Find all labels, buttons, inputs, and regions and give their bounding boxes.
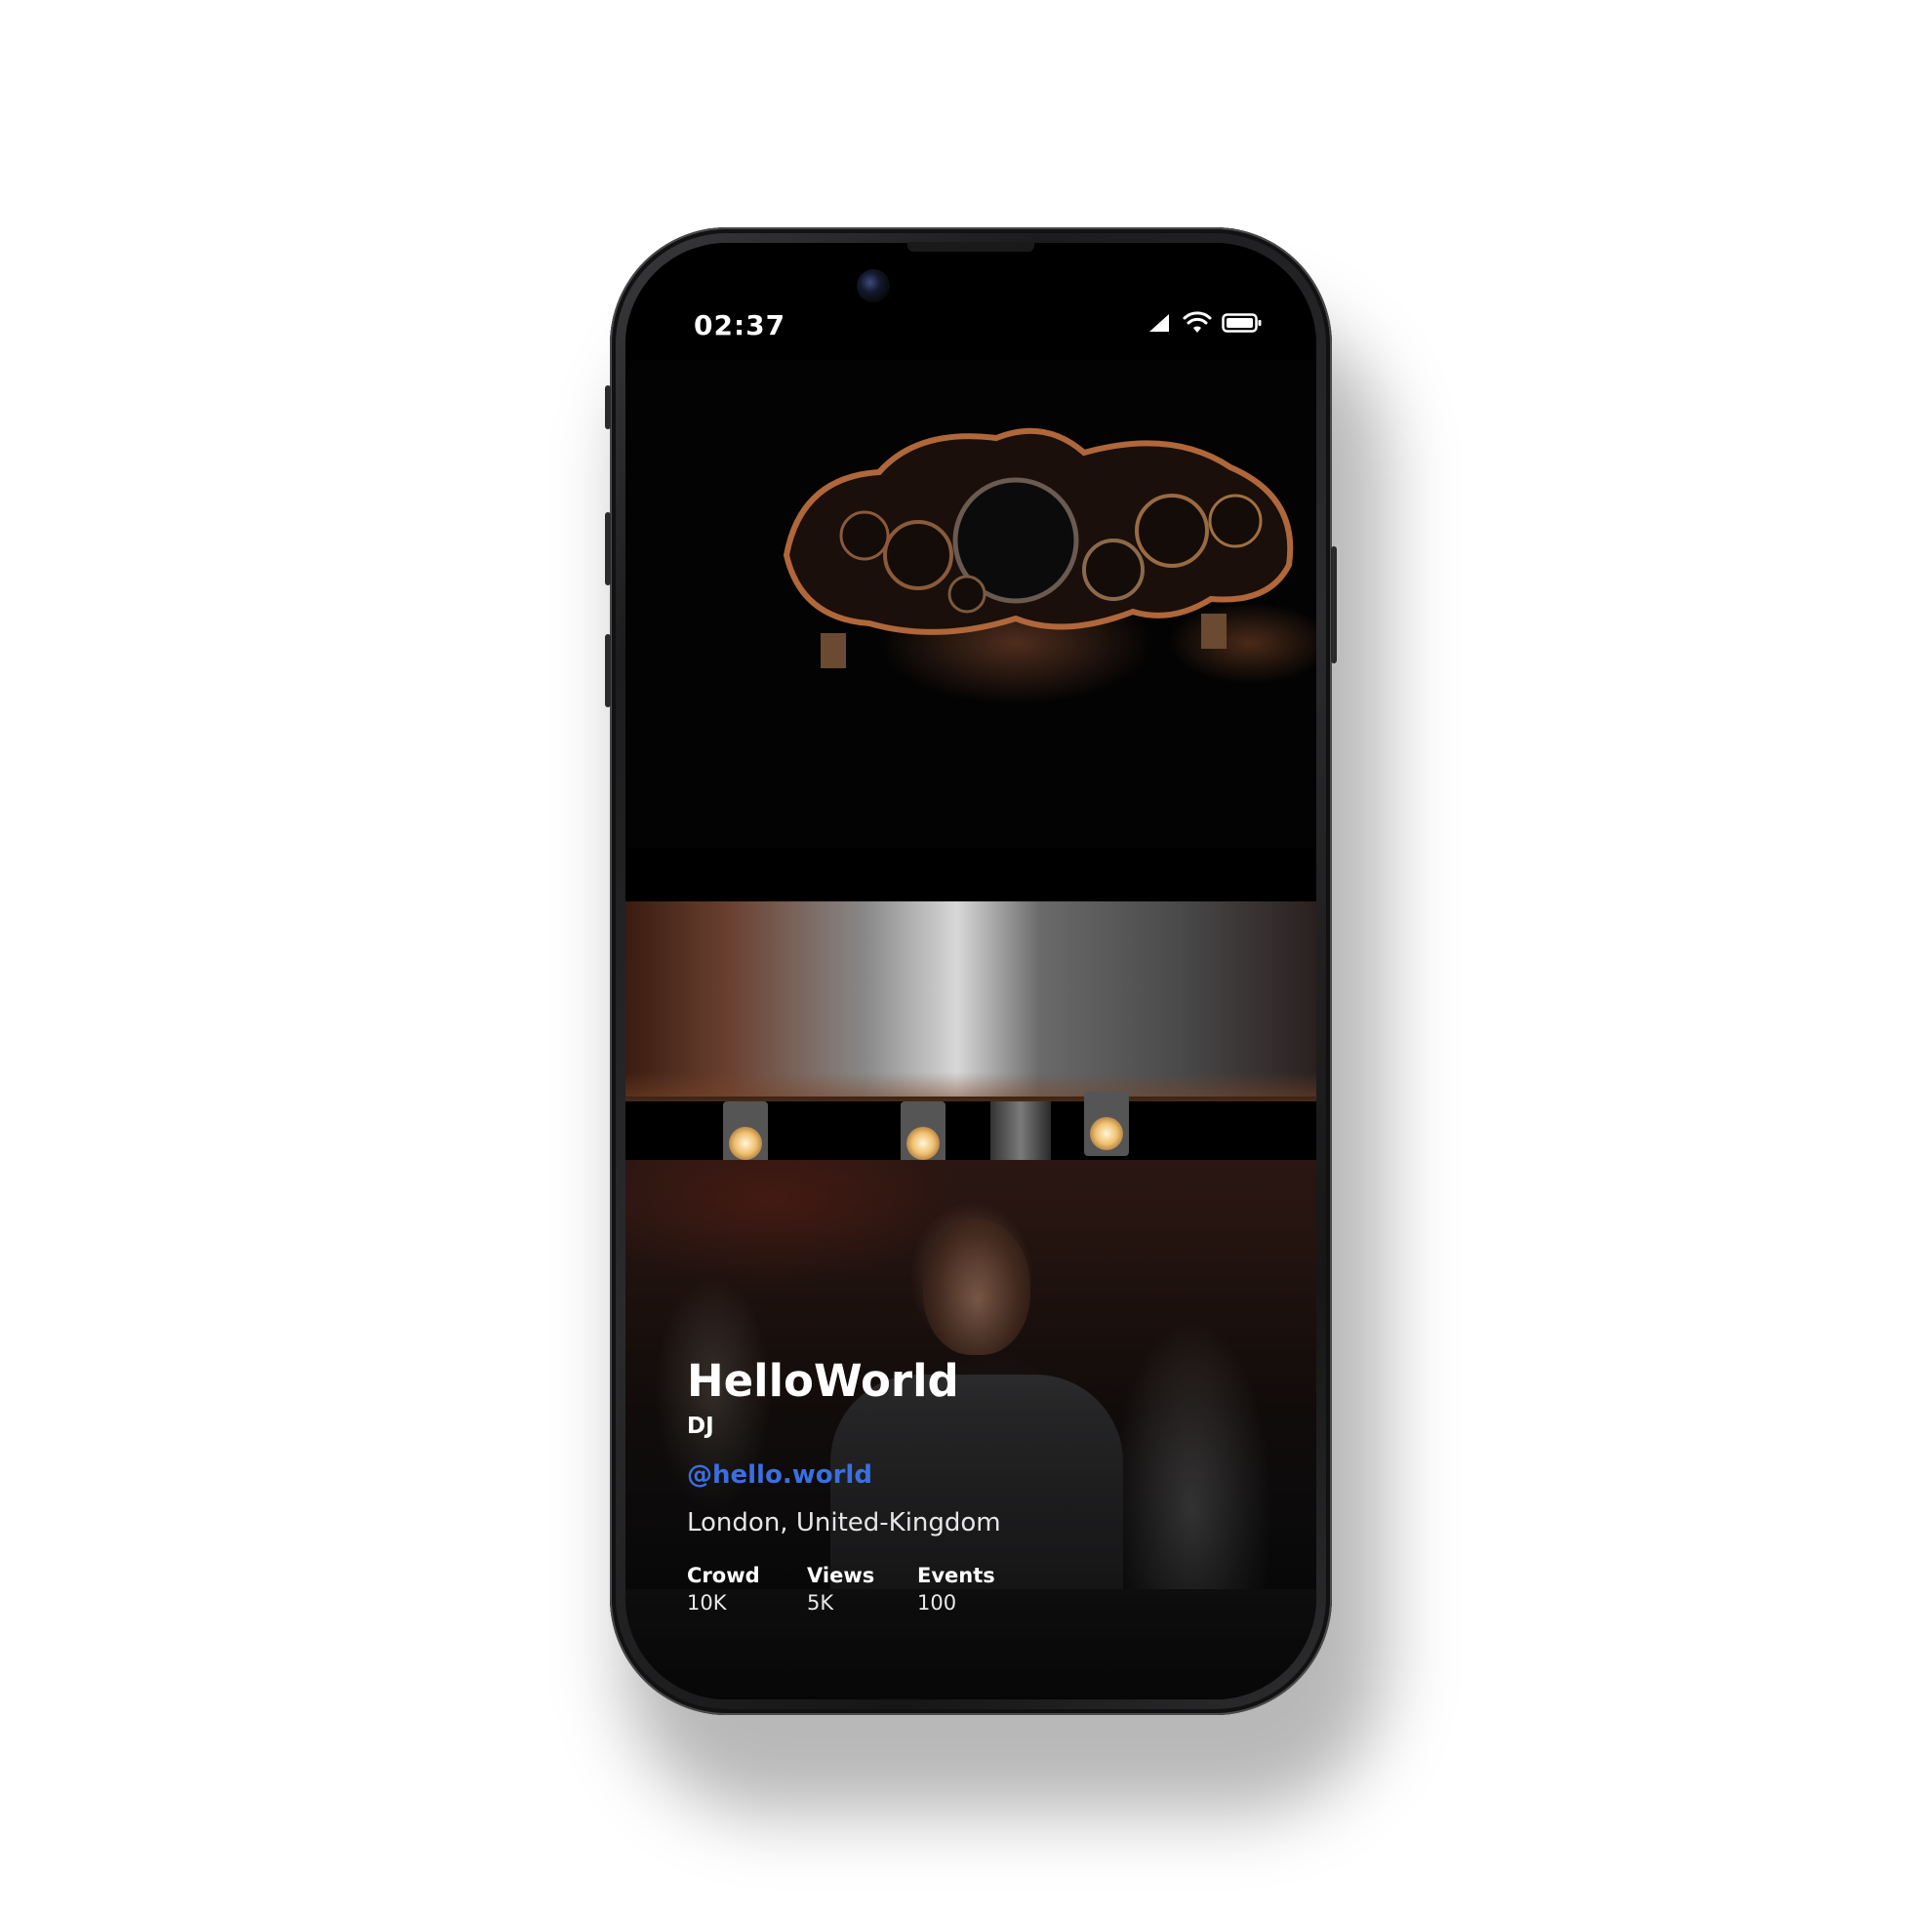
artist-stats: Crowd 10K Views 5K Events 100 [687,1562,1038,1620]
stat-value: 5K [807,1591,834,1615]
stage-light-1 [723,1101,768,1166]
volume-down-button [605,634,611,707]
signal-icon [1147,312,1173,339]
status-time: 02:37 [694,309,786,341]
battery-icon [1222,312,1263,339]
club-ceiling-sculpture [625,360,1316,848]
volume-up-button [605,512,611,585]
artist-role: DJ [687,1414,714,1439]
status-icons [1147,310,1263,339]
stat-events: Events 100 [917,1562,995,1617]
phone-screen: 02:37 HelloWorld DJ @hello.world London,… [625,243,1316,1699]
stage-light-2 [901,1101,946,1166]
power-button [1331,546,1337,663]
mockup-stage: 02:37 HelloWorld DJ @hello.world London,… [0,0,1932,1916]
wifi-icon [1183,310,1212,339]
artist-handle-link[interactable]: @hello.world [687,1460,872,1490]
stat-label: Events [917,1564,995,1587]
steel-lighting-ring [625,901,1316,1097]
stat-crowd: Crowd 10K [687,1562,760,1617]
speaker-notch [907,242,1034,252]
stat-views: Views 5K [807,1562,874,1617]
ring-shadow [625,1072,1316,1101]
stat-label: Crowd [687,1564,760,1587]
action-button [605,385,611,429]
stat-label: Views [807,1564,875,1587]
stat-value: 10K [687,1591,727,1615]
stage-light-3 [1084,1092,1129,1156]
artist-name: HelloWorld [687,1355,959,1407]
gear-sculpture-graphic [783,427,1294,668]
status-bar: 02:37 [625,243,1316,370]
artist-location: London, United-Kingdom [687,1508,1001,1537]
camera-icon [857,269,890,302]
text-scrim [625,1218,1316,1699]
stat-value: 100 [917,1591,957,1615]
